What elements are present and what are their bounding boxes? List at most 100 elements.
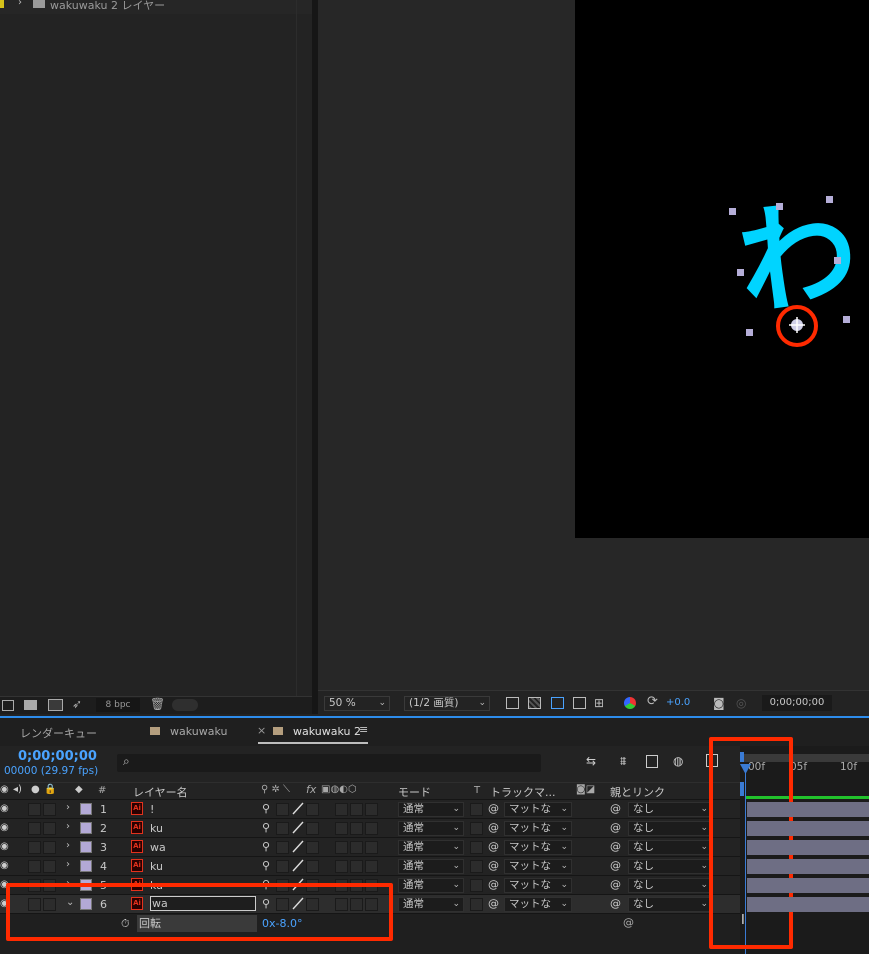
- spiral-link-icon[interactable]: @: [488, 821, 499, 834]
- camera-icon[interactable]: ◙: [713, 696, 725, 710]
- layer-name[interactable]: ku: [150, 860, 163, 873]
- transform-handle[interactable]: [843, 316, 850, 323]
- tab-wakuwaku-2[interactable]: wakuwaku 2: [293, 725, 361, 738]
- channel-icon[interactable]: [624, 697, 636, 709]
- collapse-transform-icon[interactable]: ⚲: [262, 859, 270, 872]
- mode-dropdown[interactable]: 通常 ⌄: [398, 802, 464, 817]
- layer-duration-bar[interactable]: [747, 859, 869, 874]
- preserve-transparency-toggle[interactable]: [470, 841, 483, 854]
- parent-dropdown[interactable]: なし ⌄: [628, 897, 712, 912]
- track-matte-dropdown[interactable]: マットな ⌄: [504, 802, 572, 817]
- lock-toggle[interactable]: [43, 841, 56, 854]
- viewer-timecode[interactable]: 0;00;00;00: [762, 695, 832, 711]
- layer-duration-bar[interactable]: [747, 840, 869, 855]
- tab-wakuwaku[interactable]: wakuwaku: [170, 725, 227, 738]
- transform-handle[interactable]: [826, 196, 833, 203]
- transparency-grid-icon[interactable]: [528, 697, 541, 709]
- preserve-transparency-toggle[interactable]: [470, 860, 483, 873]
- solo-toggle[interactable]: [28, 860, 41, 873]
- solo-toggle[interactable]: [28, 841, 41, 854]
- mode-dropdown[interactable]: 通常 ⌄: [398, 821, 464, 836]
- layer-name[interactable]: !: [150, 803, 154, 816]
- region-of-interest-icon[interactable]: [573, 697, 586, 709]
- layer-name[interactable]: wa: [150, 841, 166, 854]
- preserve-transparency-toggle[interactable]: [470, 879, 483, 892]
- transform-handle[interactable]: [834, 257, 841, 264]
- track-matte-dropdown[interactable]: マットな ⌄: [504, 878, 572, 893]
- switch-box[interactable]: [350, 803, 363, 816]
- close-tab-icon[interactable]: ×: [257, 724, 266, 737]
- switch-box[interactable]: [350, 841, 363, 854]
- transform-handle[interactable]: [776, 203, 783, 210]
- pick-whip-icon[interactable]: @: [610, 840, 621, 853]
- collapse-transform-icon[interactable]: ⚲: [262, 840, 270, 853]
- solo-toggle[interactable]: [28, 803, 41, 816]
- current-time[interactable]: 0;00;00;00: [18, 749, 97, 764]
- switch-box[interactable]: [306, 822, 319, 835]
- parent-dropdown[interactable]: なし ⌄: [628, 802, 712, 817]
- chevron-right-icon[interactable]: ›: [66, 821, 70, 832]
- fast-preview-icon[interactable]: [506, 697, 519, 709]
- eye-icon[interactable]: ◉: [0, 841, 9, 852]
- pick-whip-icon[interactable]: @: [610, 802, 621, 815]
- switch-box[interactable]: [365, 822, 378, 835]
- spiral-link-icon[interactable]: @: [488, 897, 499, 910]
- lock-toggle[interactable]: [43, 860, 56, 873]
- color-management-icon[interactable]: ⟳: [647, 694, 658, 709]
- chevron-right-icon[interactable]: ›: [66, 859, 70, 870]
- exposure-value[interactable]: +0.0: [666, 697, 690, 708]
- layer-row[interactable]: ◉ › 4 Ai ku ⚲ 通常 ⌄ @ マットな ⌄ @ なし ⌄: [0, 857, 740, 876]
- tab-menu-icon[interactable]: ≡: [359, 723, 368, 736]
- label-color[interactable]: [80, 860, 92, 872]
- layer-duration-bar[interactable]: [747, 897, 869, 912]
- layer-name[interactable]: ku: [150, 822, 163, 835]
- switch-box[interactable]: [335, 822, 348, 835]
- resolution-dropdown[interactable]: (1/2 画質) ⌄: [404, 696, 490, 711]
- chevron-right-icon[interactable]: ›: [66, 840, 70, 851]
- chevron-right-icon[interactable]: ›: [66, 802, 70, 813]
- label-color[interactable]: [80, 841, 92, 853]
- spiral-link-icon[interactable]: @: [488, 859, 499, 872]
- mode-header[interactable]: モード: [398, 784, 431, 800]
- composition-canvas[interactable]: わ: [575, 0, 869, 538]
- lock-toggle[interactable]: [43, 822, 56, 835]
- eye-icon[interactable]: ◉: [0, 803, 9, 814]
- pick-whip-icon[interactable]: @: [610, 878, 621, 891]
- quality-icon[interactable]: [291, 819, 305, 836]
- mode-dropdown[interactable]: 通常 ⌄: [398, 878, 464, 893]
- switch-box[interactable]: [276, 860, 289, 873]
- lock-toggle[interactable]: [43, 803, 56, 816]
- switch-box[interactable]: [350, 860, 363, 873]
- track-matte-dropdown[interactable]: マットな ⌄: [504, 840, 572, 855]
- project-item-row[interactable]: › wakuwaku 2 レイヤー: [0, 0, 312, 14]
- mode-dropdown[interactable]: 通常 ⌄: [398, 840, 464, 855]
- spiral-link-icon[interactable]: @: [488, 878, 499, 891]
- parent-link-header[interactable]: 親とリンク: [610, 784, 665, 800]
- motion-blur-icon[interactable]: ◍: [673, 754, 683, 768]
- mode-dropdown[interactable]: 通常 ⌄: [398, 897, 464, 912]
- layer-row[interactable]: ◉ › 2 Ai ku ⚲ 通常 ⌄ @ マットな ⌄ @ なし ⌄: [0, 819, 740, 838]
- layer-duration-bar[interactable]: [747, 802, 869, 817]
- switch-box[interactable]: [335, 860, 348, 873]
- layer-search-input[interactable]: ⌕: [117, 754, 541, 772]
- switch-box[interactable]: [335, 803, 348, 816]
- chevron-right-icon[interactable]: ›: [18, 0, 22, 8]
- parent-dropdown[interactable]: なし ⌄: [628, 840, 712, 855]
- layer-row[interactable]: ◉ › 3 Ai wa ⚲ 通常 ⌄ @ マットな ⌄ @ なし ⌄: [0, 838, 740, 857]
- collapse-transform-icon[interactable]: ⚲: [262, 821, 270, 834]
- switch-box[interactable]: [365, 860, 378, 873]
- label-color[interactable]: [80, 822, 92, 834]
- switch-box[interactable]: [306, 860, 319, 873]
- frame-blending-icon[interactable]: [646, 755, 658, 768]
- preserve-transparency-toggle[interactable]: [470, 822, 483, 835]
- pick-whip-icon[interactable]: @: [610, 897, 621, 910]
- interpret-footage-icon[interactable]: [2, 700, 14, 711]
- track-matte-dropdown[interactable]: マットな ⌄: [504, 897, 572, 912]
- layer-name-header[interactable]: レイヤー名: [133, 784, 188, 800]
- show-snapshot-icon[interactable]: ◎: [736, 696, 746, 710]
- bpc-button[interactable]: 8 bpc: [96, 698, 140, 712]
- layer-duration-bar[interactable]: [747, 878, 869, 893]
- switch-box[interactable]: [276, 822, 289, 835]
- switch-box[interactable]: [276, 803, 289, 816]
- new-folder-icon[interactable]: [24, 700, 37, 710]
